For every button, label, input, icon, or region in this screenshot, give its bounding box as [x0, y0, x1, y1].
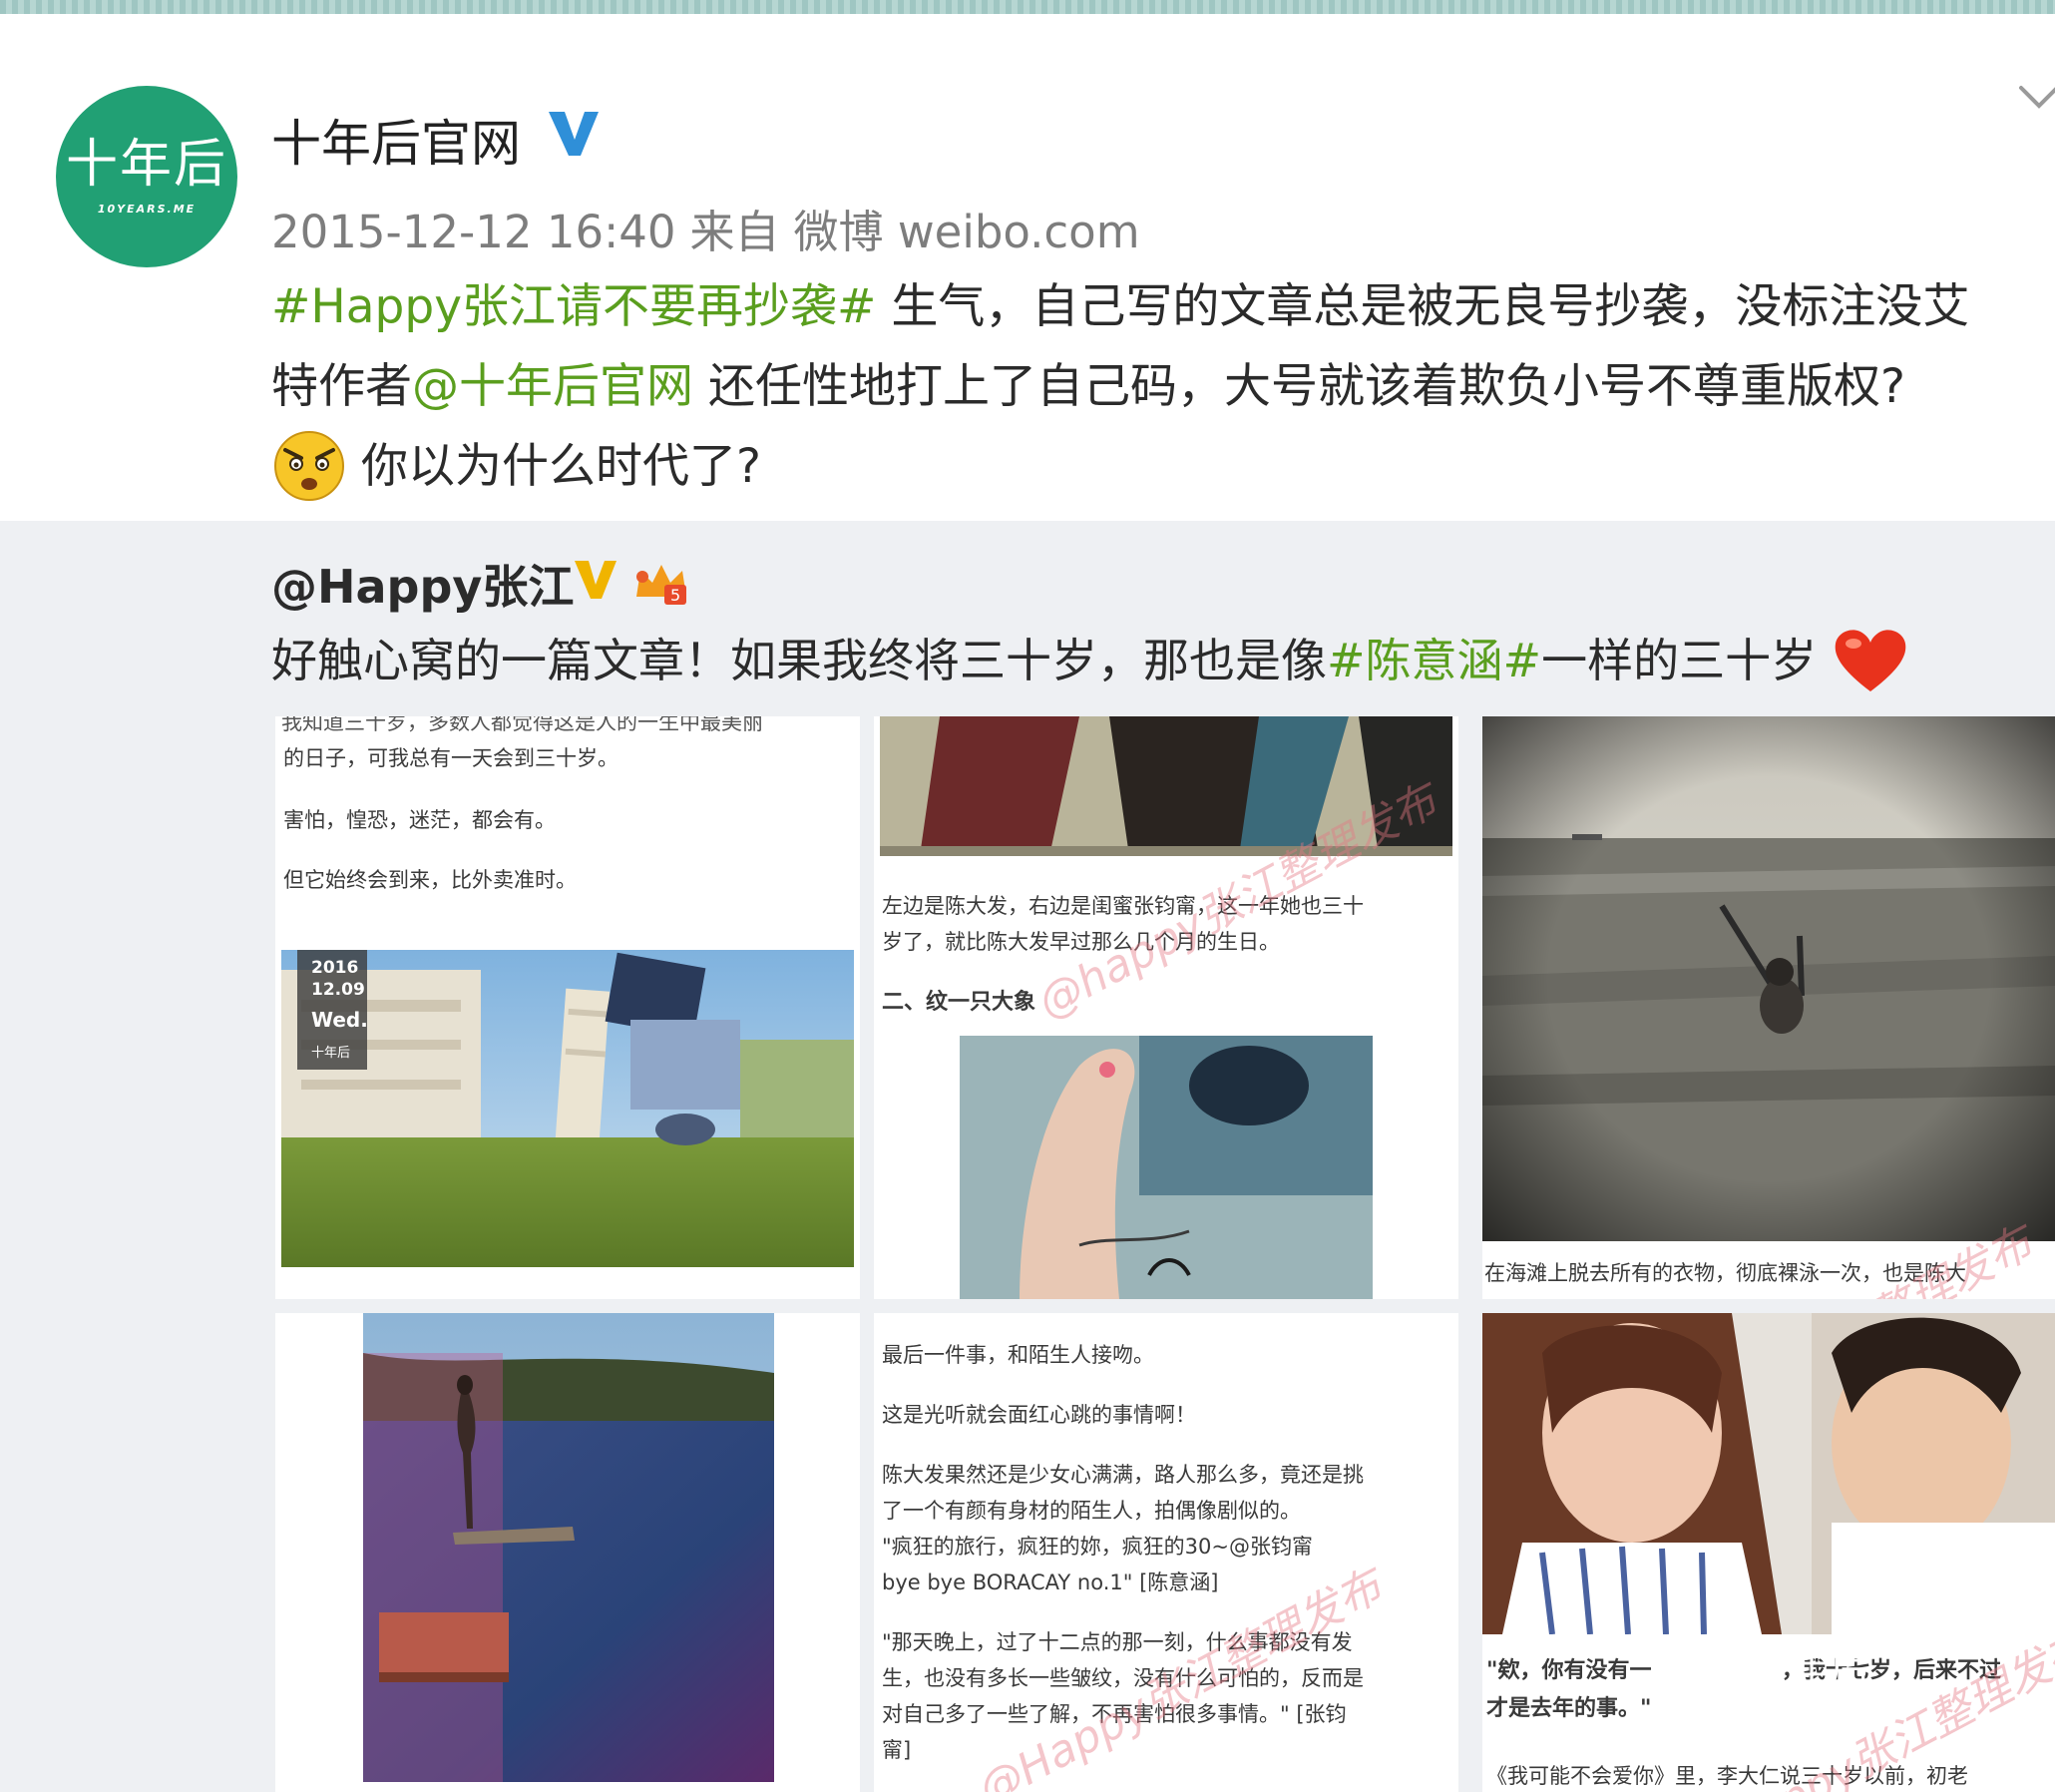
member-crown-badge-icon: 5 — [636, 565, 686, 605]
avatar-logo-text: 十年后 — [65, 134, 227, 195]
verified-gold-v-icon — [575, 561, 616, 599]
hashtag-link[interactable]: #Happy张江请不要再抄袭# — [271, 279, 876, 334]
author-name[interactable]: 十年后官网 — [271, 104, 521, 176]
tile1-line3: 但它始终会到来，比外卖准时。 — [283, 868, 577, 892]
repost-container: @Happy张江 5 好触心窝的一篇文章！如果我终将三十岁，那也是像#陈意涵#一… — [0, 521, 2055, 1792]
svg-text:5: 5 — [670, 586, 680, 605]
post-meta: 2015-12-12 16:40 来自 微博 weibo.com — [271, 196, 1140, 260]
tile1-weekday: Wed. — [311, 1008, 368, 1032]
tile1-line0: 我知道三十岁，多数人都觉得这是人的一生中最美丽 — [281, 716, 763, 734]
avatar-logo-subtext: 10YEARS.ME — [97, 202, 197, 216]
tile5-line4: 了一个有颜有身材的陌生人，拍偶像剧似的。 — [882, 1499, 1301, 1523]
post-line-2: 特作者@十年后官网 还任性地打上了自己码，大号就该着欺负小号不尊重版权? — [271, 347, 2055, 427]
tile5-line3: 陈大发果然还是少女心满满，路人那么多，竟还是挑 — [882, 1463, 1364, 1487]
post-text-part1: 生气，自己写的文章总是被无良号抄袭，没标注没艾 — [876, 279, 1970, 334]
tile1-tag: 十年后 — [311, 1046, 351, 1061]
foot-tattoo-photo — [960, 1036, 1373, 1299]
image-tile-6[interactable]: "欸，你有没有一 ，我十七岁，后来不过 才是去年的事。" 《我可能不会爱你》里，… — [1482, 1313, 2055, 1792]
repost-hashtag-link[interactable]: #陈意涵# — [1327, 634, 1541, 687]
tile5-line5: "疯狂的旅行，疯狂的妳，疯狂的30~@张钧甯 — [882, 1535, 1313, 1559]
angry-face-emoji-icon — [274, 430, 344, 501]
image-tile-1[interactable]: 我知道三十岁，多数人都觉得这是人的一生中最美丽 的日子，可我总有一天会到三十岁。… — [275, 716, 860, 1299]
tile5-line10: 甯] — [882, 1738, 912, 1762]
sea-swimmer-photo — [1482, 716, 2055, 1241]
image-tile-3[interactable]: 在海滩上脱去所有的衣物，彻底裸泳一次，也是陈大 整理发布 — [1482, 716, 2055, 1299]
post-line-1: #Happy张江请不要再抄袭# 生气，自己写的文章总是被无良号抄袭，没标注没艾 — [271, 267, 2055, 347]
verified-blue-v-icon — [549, 112, 599, 156]
pisa-headstand-photo — [281, 950, 854, 1267]
repost-text-before: 好触心窝的一篇文章！如果我终将三十岁，那也是像 — [271, 634, 1327, 687]
image-tile-2[interactable]: 左边是陈大发，右边是闺蜜张钧甯，这一年她也三十 岁了，就比陈大发早过那么几个月的… — [874, 716, 1458, 1299]
wechat-icon — [1684, 1643, 1740, 1684]
repost-text-after: 一样的三十岁 — [1541, 634, 1818, 687]
wechat-watermark: 十年后 — [1682, 1634, 1869, 1694]
wechat-account-name: 十年后 — [1750, 1645, 1869, 1691]
tile1-date-day: 12.09 — [311, 980, 365, 1000]
post-text-part3: 还任性地打上了自己码，大号就该着欺负小号不尊重版权? — [693, 359, 1905, 414]
chevron-down-icon[interactable] — [2017, 78, 2055, 118]
tile5-line6: bye bye BORACAY no.1" [陈意涵] — [882, 1570, 1219, 1594]
post-line-3: 你以为什么时代了? — [271, 427, 2055, 508]
tile5-line1: 最后一件事，和陌生人接吻。 — [882, 1343, 1154, 1367]
tile1-line1: 的日子，可我总有一天会到三十岁。 — [283, 746, 618, 770]
post-source[interactable]: 微博 weibo.com — [794, 206, 1140, 258]
source-prefix: 来自 — [689, 206, 780, 258]
red-heart-emoji-icon — [1835, 629, 1906, 691]
tile1-date-year: 2016 — [311, 958, 359, 978]
tile2-heading: 二、纹一只大象 — [882, 990, 1036, 1015]
lake-platform-photo — [363, 1313, 774, 1782]
repost-text: 好触心窝的一篇文章！如果我终将三十岁，那也是像#陈意涵#一样的三十岁 — [271, 625, 1909, 699]
author-avatar[interactable]: 十年后 10YEARS.ME — [56, 86, 237, 267]
drama-still-photo — [1482, 1313, 2055, 1634]
repost-username[interactable]: @Happy张江 — [271, 551, 574, 617]
tile6-caption2: 才是去年的事。" — [1486, 1696, 1652, 1721]
image-grid: 我知道三十岁，多数人都觉得这是人的一生中最美丽 的日子，可我总有一天会到三十岁。… — [275, 716, 2055, 1792]
image-tile-4[interactable] — [275, 1313, 860, 1792]
post-text-part2: 特作者 — [271, 359, 412, 414]
post-timestamp[interactable]: 2015-12-12 16:40 — [271, 206, 676, 258]
post-text-part4: 你以为什么时代了? — [361, 439, 761, 494]
image-tile-5[interactable]: 最后一件事，和陌生人接吻。 这是光听就会面红心跳的事情啊！ 陈大发果然还是少女心… — [874, 1313, 1458, 1792]
post-body: #Happy张江请不要再抄袭# 生气，自己写的文章总是被无良号抄袭，没标注没艾 … — [271, 267, 2055, 508]
mention-link[interactable]: @十年后官网 — [412, 359, 693, 414]
tile5-line2: 这是光听就会面红心跳的事情啊！ — [882, 1403, 1196, 1427]
tile1-line2: 害怕，惶恐，迷茫，都会有。 — [283, 808, 556, 832]
tile6-caption1: "欸，你有没有一 — [1486, 1658, 1652, 1683]
top-border-strip — [0, 0, 2055, 14]
